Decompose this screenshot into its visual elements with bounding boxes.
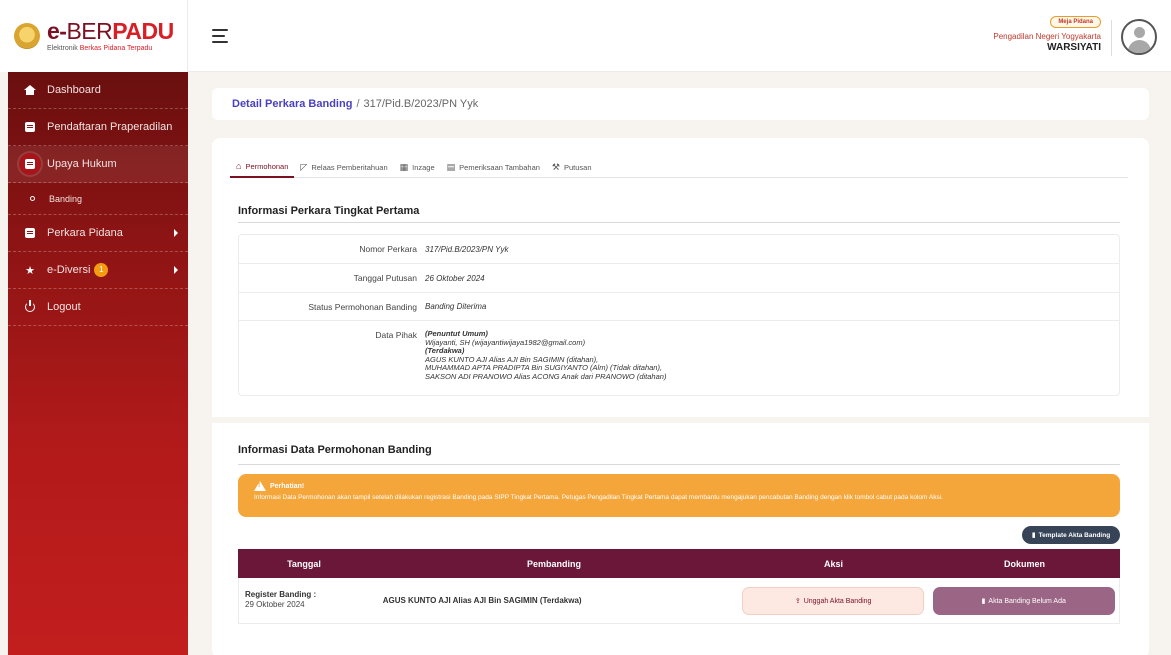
divider [238,222,1120,223]
tab-bar: ⌂ Permohonan ◸ Relaas Pemberitahuan ▦ Inzag… [230,156,1128,178]
caret-right-icon [174,229,178,237]
main-card: ⌂ Permohonan ◸ Relaas Pemberitahuan ▦ Inzag… [212,138,1149,655]
sidebar-item-upaya-hukum[interactable]: Upaya Hukum [8,146,188,183]
user-info: Meja Pidana Pengadilan Negeri Yogyakarta… [993,10,1101,53]
username: WARSIYATI [1047,42,1101,53]
divider [1111,20,1112,56]
sidebar-item-ediversi[interactable]: ★ e-Diversi 1 [8,252,188,289]
cell-pembanding: AGUS KUNTO AJI Alias AJI Bin SAGIMIN (Te… [382,596,582,605]
case-info-table: Nomor Perkara 317/Pid.B/2023/PN Yyk Tang… [238,234,1120,396]
avatar[interactable] [1121,19,1157,55]
document-icon [22,119,38,135]
home-icon: ⌂ [236,161,242,171]
warning-alert: Perhatian! Informasi Data Permohonan aka… [238,474,1120,517]
cell-aksi: ⇪ Unggah Akta Banding [738,578,929,623]
table-header: Tanggal Pembanding Aksi Dokumen [238,549,1120,578]
tab-permohonan[interactable]: ⌂ Permohonan [230,156,295,178]
warning-icon [254,481,266,491]
home-icon [22,82,38,98]
circle-icon [30,196,35,201]
top-bar: e-BERPADU Elektronik Berkas Pidana Terpa… [0,0,1171,72]
appeal-table: Tanggal Pembanding Aksi Dokumen Register… [238,549,1120,624]
court-seal-icon [14,23,40,49]
sidebar: Dashboard Pendaftaran Praperadilan Upaya… [8,72,188,655]
breadcrumb-link[interactable]: Detail Perkara Banding [232,98,352,110]
alert-title: Perhatian! [270,482,305,490]
tab-pemeriksaan[interactable]: ▤ Pemeriksaan Tambahan [441,156,546,178]
breadcrumb: Detail Perkara Banding / 317/Pid.B/2023/… [212,88,1149,120]
section-title-appeal: Informasi Data Permohonan Banding [238,444,432,456]
folder-icon [22,225,38,241]
table-row: Register Banding : 29 Oktober 2024 AGUS … [238,578,1120,624]
sidebar-item-logout[interactable]: Logout [8,289,188,326]
section-separator [212,417,1149,423]
gavel-icon: ⚒ [551,161,560,172]
notification-badge: 1 [94,263,109,277]
menu-toggle-icon[interactable] [212,29,230,43]
sidebar-item-praperadilan[interactable]: Pendaftaran Praperadilan [8,109,188,146]
divider [238,464,1120,465]
info-row-pihak: Data Pihak (Penuntut Umum) Wijayanti, SH… [239,321,1119,395]
star-icon: ★ [25,264,35,277]
breadcrumb-separator: / [356,98,360,110]
upload-akta-button[interactable]: ⇪ Unggah Akta Banding [742,587,925,615]
chat-icon: ▤ [446,161,456,172]
brand-subtitle: Elektronik Berkas Pidana Terpadu [47,45,153,52]
section-title-first-instance: Informasi Perkara Tingkat Pertama [238,205,420,217]
court-name: Pengadilan Negeri Yogyakarta [993,32,1101,41]
party-list: (Penuntut Umum) Wijayanti, SH (wijayanti… [425,329,667,381]
power-icon [22,299,38,315]
info-row-nomor: Nomor Perkara 317/Pid.B/2023/PN Yyk [239,235,1119,264]
calendar-icon: ▦ [399,161,409,172]
file-icon: ▮ [1031,532,1036,539]
alert-message: Informasi Data Permohonan akan tampil se… [254,494,943,501]
breadcrumb-current: 317/Pid.B/2023/PN Yyk [363,98,479,110]
megaphone-icon: ◸ [300,161,308,172]
document-icon [19,153,41,175]
template-akta-button[interactable]: ▮ Template Akta Banding [1022,526,1120,544]
brand-title: e-BERPADU [47,18,174,44]
tab-inzage[interactable]: ▦ Inzage [394,156,441,178]
info-row-tanggal: Tanggal Putusan 26 Oktober 2024 [239,264,1119,293]
info-row-status: Status Permohonan Banding Banding Diteri… [239,293,1119,321]
cell-tanggal: Register Banding : 29 Oktober 2024 [245,590,317,609]
upload-icon: ⇪ [794,598,801,605]
file-icon: ▮ [981,598,986,605]
tab-putusan[interactable]: ⚒ Putusan [546,156,598,178]
sidebar-item-dashboard[interactable]: Dashboard [8,72,188,109]
cell-dokumen: ▮ Akta Banding Belum Ada [928,578,1119,623]
sidebar-item-banding[interactable]: Banding [8,183,188,215]
akta-document-button[interactable]: ▮ Akta Banding Belum Ada [932,587,1115,615]
tab-relaas[interactable]: ◸ Relaas Pemberitahuan [294,156,393,178]
sidebar-item-perkara-pidana[interactable]: Perkara Pidana [8,215,188,252]
brand-logo[interactable]: e-BERPADU Elektronik Berkas Pidana Terpa… [0,0,188,72]
caret-right-icon [174,266,178,274]
role-badge: Meja Pidana [1050,16,1101,28]
